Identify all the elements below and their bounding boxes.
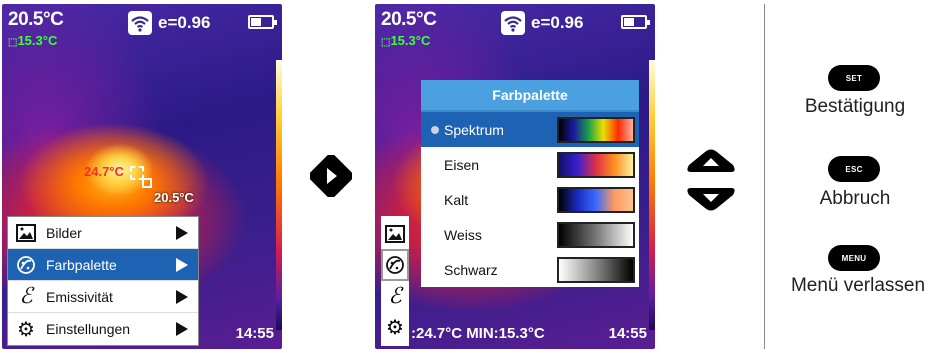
min-temperature: ⬚15.3°C — [381, 33, 431, 48]
gear-icon: ⚙ — [17, 318, 35, 341]
palette-dialog: Farbpalette Spektrum Eisen Kalt Weiss Sc… — [421, 80, 639, 287]
min-max-readout: :24.7°C MIN:15.3°C — [411, 325, 545, 342]
iron-swatch — [557, 151, 635, 178]
sidebar-item-einstellungen[interactable]: ⚙ — [383, 313, 407, 341]
clock-time: 14:55 — [235, 325, 274, 342]
menu-item-label: Einstellungen — [46, 321, 131, 337]
submenu-arrow-icon — [176, 289, 188, 304]
menu-item-bilder[interactable]: Bilder — [8, 217, 198, 249]
black-hot-swatch — [557, 256, 635, 283]
wifi-icon — [128, 11, 152, 35]
main-menu: Bilder Farbpalette ℰ Emissivität ⚙ Einst… — [7, 216, 199, 346]
emissivity-value: e=0.96 — [158, 13, 211, 32]
pictures-icon — [14, 223, 38, 243]
palette-option-label: Spektrum — [444, 121, 504, 138]
gear-icon: ⚙ — [386, 316, 404, 339]
menu-key-label: Menü verlassen — [790, 275, 926, 296]
palette-option-label: Kalt — [444, 191, 469, 208]
clock-time: 14:55 — [608, 325, 647, 342]
menu-item-label: Emissivität — [46, 288, 113, 305]
palette-option-label: Weiss — [444, 226, 482, 243]
battery-icon — [621, 15, 650, 29]
menu-item-emissivitaet[interactable]: ℰ Emissivität — [8, 281, 198, 313]
epsilon-icon: ℰ — [19, 284, 33, 309]
navigate-down-button-icon — [687, 188, 735, 211]
navigate-right-button-icon — [310, 155, 352, 197]
submenu-arrow-icon — [176, 257, 188, 272]
menu-key-icon: MENU — [828, 245, 880, 271]
battery-icon — [248, 15, 277, 29]
center-temperature: 20.5°C — [8, 9, 64, 30]
sidebar-item-emissivitaet[interactable]: ℰ — [383, 282, 407, 310]
thermal-screen-main-menu: 20.5°C ⬚15.3°C e=0.96 24.7°C 20.5°C Bild… — [2, 4, 282, 349]
thermal-screen-palette-dialog: 20.5°C ⬚15.3°C e=0.96 Farbpalette Spektr… — [375, 4, 655, 349]
palette-option-kalt[interactable]: Kalt — [421, 182, 639, 217]
sidebar-item-farbpalette[interactable] — [381, 249, 409, 281]
selected-radio-icon — [431, 125, 439, 134]
min-temperature: ⬚15.3°C — [8, 33, 58, 48]
submenu-arrow-icon — [176, 225, 188, 240]
pictures-icon — [385, 225, 405, 243]
set-key-icon: SET — [828, 65, 880, 91]
palette-dialog-title: Farbpalette — [421, 80, 639, 112]
white-hot-swatch — [557, 221, 635, 248]
esc-key-icon: ESC — [828, 156, 880, 182]
menu-item-label: Bilder — [46, 224, 82, 241]
palette-option-label: Schwarz — [444, 261, 498, 278]
menu-item-farbpalette[interactable]: Farbpalette — [8, 249, 198, 281]
menu-sidebar: ℰ ⚙ — [381, 216, 409, 346]
palette-icon — [14, 255, 38, 275]
esc-key-label: Abbruch — [819, 188, 891, 209]
hotspot-temperature: 24.7°C — [84, 164, 124, 179]
palette-option-weiss[interactable]: Weiss — [421, 217, 639, 252]
section-divider — [764, 4, 765, 349]
spectrum-swatch — [557, 116, 635, 143]
palette-option-label: Eisen — [444, 156, 480, 173]
emissivity-value: e=0.96 — [531, 13, 584, 32]
epsilon-icon: ℰ — [388, 283, 402, 309]
center-crosshair — [142, 178, 152, 188]
cold-swatch — [557, 186, 635, 213]
palette-option-schwarz[interactable]: Schwarz — [421, 252, 639, 287]
center-temperature: 20.5°C — [381, 9, 437, 30]
temperature-scale-bar — [276, 60, 282, 330]
center-spot-temperature: 20.5°C — [154, 190, 194, 205]
temperature-scale-bar — [649, 60, 655, 330]
palette-option-eisen[interactable]: Eisen — [421, 147, 639, 182]
wifi-icon — [501, 11, 525, 35]
navigate-up-button-icon — [687, 149, 735, 172]
palette-icon — [386, 256, 404, 274]
menu-item-einstellungen[interactable]: ⚙ Einstellungen — [8, 313, 198, 345]
palette-option-spektrum[interactable]: Spektrum — [421, 112, 639, 147]
menu-item-label: Farbpalette — [46, 256, 117, 273]
set-key-label: Bestätigung — [804, 96, 906, 117]
sidebar-item-bilder[interactable] — [383, 220, 407, 248]
submenu-arrow-icon — [176, 322, 188, 336]
